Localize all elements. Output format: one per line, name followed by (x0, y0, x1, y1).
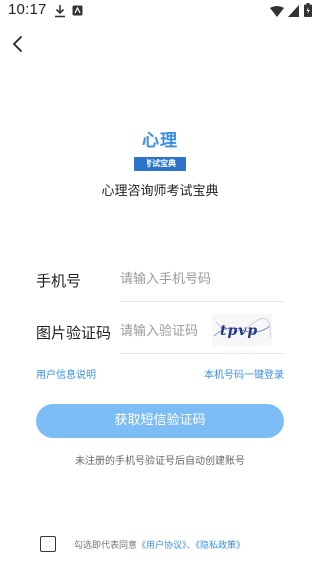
agreement-separator: 、 (186, 541, 196, 551)
captcha-label: 图片验证码 (36, 324, 112, 342)
agreement-text: 勾选即代表同意《用户协议》、《隐私政策》 (74, 538, 245, 551)
app-name: 心理咨询师考试宝典 (101, 184, 219, 199)
download-icon (55, 5, 65, 18)
phone-divider (120, 301, 284, 302)
login-screen: 10:17 心理 考试宝典 心理咨询师考试宝典 手机号 请输入手机号码 图片验证… (0, 0, 320, 568)
captcha-row: 图片验证码 tpvp (36, 310, 284, 354)
logo-badge: 考试宝典 (134, 157, 186, 171)
notification-icon (72, 5, 83, 16)
agreement-checkbox[interactable] (40, 536, 56, 552)
battery-icon (304, 3, 312, 17)
signal-icon (288, 5, 299, 17)
app-logo: 心理 考试宝典 (0, 126, 320, 171)
status-time: 10:17 (8, 1, 47, 18)
agreement-prefix: 勾选即代表同意 (74, 541, 138, 551)
captcha-image-text: tpvp (220, 323, 258, 339)
phone-row: 手机号 (36, 258, 284, 302)
privacy-policy-link[interactable]: 《隐私政策》 (196, 541, 246, 551)
captcha-divider (120, 353, 284, 354)
wifi-icon (270, 6, 284, 17)
phone-label: 手机号 (36, 272, 82, 290)
captcha-input[interactable] (120, 320, 210, 342)
one-click-login-link[interactable]: 本机号码一键登录 (204, 366, 284, 381)
agreement-row: 勾选即代表同意《用户协议》、《隐私政策》 (40, 536, 290, 552)
phone-input[interactable] (120, 268, 284, 290)
user-info-link[interactable]: 用户信息说明 (36, 366, 96, 381)
status-bar: 10:17 (0, 0, 320, 24)
user-agreement-link[interactable]: 《用户协议》 (137, 541, 187, 551)
captcha-image[interactable]: tpvp (212, 314, 272, 346)
back-button[interactable] (6, 32, 30, 56)
get-sms-code-button[interactable]: 获取短信验证码 (36, 404, 284, 438)
logo-title: 心理 (142, 131, 178, 151)
auto-register-hint: 未注册的手机号验证号后自动创建账号 (75, 456, 245, 467)
chevron-left-icon (13, 36, 22, 52)
